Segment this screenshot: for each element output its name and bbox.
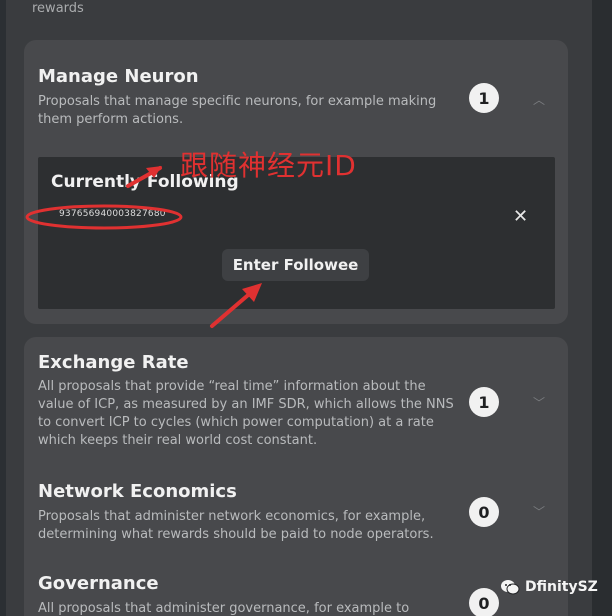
enter-followee-button[interactable]: Enter Followee xyxy=(222,249,369,281)
followee-count-badge: 0 xyxy=(469,497,499,527)
topic-description-exchange-rate: All proposals that provide “real time” i… xyxy=(38,379,454,448)
background-right-strip xyxy=(590,0,612,616)
watermark: DfinitySZ xyxy=(500,578,598,596)
close-icon[interactable]: ✕ xyxy=(513,206,528,227)
topic-description-network-economics: Proposals that administer network econom… xyxy=(38,509,434,542)
topic-description-manage-neuron: Proposals that manage specific neurons, … xyxy=(38,94,437,127)
chat-logo-icon xyxy=(501,580,520,595)
screenshot-stage: rewards Manage Neuron Proposals that man… xyxy=(0,0,612,616)
followee-count-badge: 1 xyxy=(469,83,499,113)
followee-neuron-id: 9376569400038276​80 xyxy=(59,209,166,219)
followee-count-badge: 0 xyxy=(469,588,499,616)
chevron-up-icon[interactable]: ︿ xyxy=(533,91,545,108)
watermark-text: DfinitySZ xyxy=(525,579,598,595)
rewards-text: rewards xyxy=(32,1,84,16)
topic-title-network-economics: Network Economics xyxy=(38,481,237,502)
topic-title-exchange-rate: Exchange Rate xyxy=(38,352,189,373)
annotation-label: 跟随神经元ID xyxy=(180,149,357,182)
topic-description-governance: All proposals that administer governance… xyxy=(38,601,410,616)
chevron-down-icon[interactable]: ﹀ xyxy=(533,503,545,520)
topic-title-governance: Governance xyxy=(38,573,159,594)
followee-count-badge: 1 xyxy=(469,387,499,417)
topic-title-manage-neuron: Manage Neuron xyxy=(38,66,199,87)
chevron-down-icon[interactable]: ﹀ xyxy=(533,394,545,411)
